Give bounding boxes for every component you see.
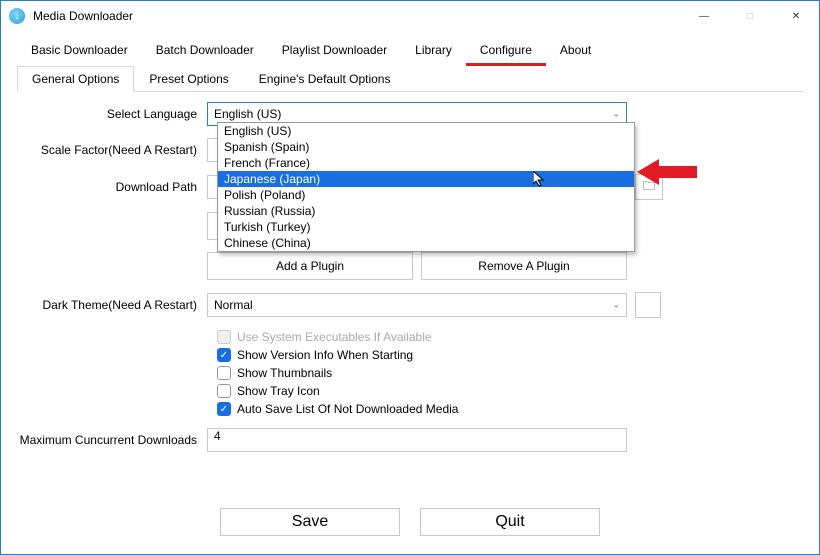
tab-preset-options[interactable]: Preset Options (134, 66, 243, 91)
bottom-buttons: Save Quit (1, 508, 819, 536)
window-controls: — □ ✕ (681, 1, 819, 31)
minimize-button[interactable]: — (681, 1, 727, 31)
checkbox-show-thumbnails-label: Show Thumbnails (237, 366, 332, 380)
language-select-value: English (US) (214, 107, 281, 121)
checkbox-auto-save[interactable]: ✓ (217, 402, 231, 416)
dark-theme-value: Normal (214, 298, 253, 312)
tab-engine-default-options[interactable]: Engine's Default Options (244, 66, 406, 91)
checkbox-show-version[interactable]: ✓ (217, 348, 231, 362)
window-title: Media Downloader (33, 9, 133, 23)
language-option[interactable]: Polish (Poland) (218, 187, 634, 203)
chevron-down-icon: ⌄ (612, 109, 620, 120)
close-button[interactable]: ✕ (773, 1, 819, 31)
tab-general-options[interactable]: General Options (17, 66, 134, 92)
sub-tabs: General Options Preset Options Engine's … (17, 66, 803, 92)
language-option[interactable]: French (France) (218, 155, 634, 171)
checkbox-use-system-label: Use System Executables If Available (237, 330, 432, 344)
language-option[interactable]: Turkish (Turkey) (218, 219, 634, 235)
max-concurrent-input[interactable]: 4 (207, 428, 627, 452)
checkbox-show-tray[interactable] (217, 384, 231, 398)
chevron-down-icon: ⌄ (612, 300, 620, 311)
scale-factor-label: Scale Factor(Need A Restart) (17, 143, 207, 157)
titlebar: ↓ Media Downloader — □ ✕ (1, 1, 819, 31)
checkbox-show-thumbnails[interactable] (217, 366, 231, 380)
app-icon: ↓ (9, 8, 25, 24)
tab-library[interactable]: Library (401, 39, 466, 66)
app-window: ↓ Media Downloader — □ ✕ Basic Downloade… (0, 0, 820, 555)
tab-about[interactable]: About (546, 39, 605, 66)
remove-plugin-button[interactable]: Remove A Plugin (421, 252, 627, 280)
annotation-arrow (637, 157, 697, 187)
quit-button[interactable]: Quit (420, 508, 600, 536)
checkbox-show-version-label: Show Version Info When Starting (237, 348, 413, 362)
dark-theme-select[interactable]: Normal ⌄ (207, 293, 627, 317)
cursor-icon (533, 171, 549, 190)
main-tabs: Basic Downloader Batch Downloader Playli… (1, 31, 819, 66)
dark-theme-preview-box (635, 292, 661, 318)
language-label: Select Language (17, 107, 207, 121)
save-button[interactable]: Save (220, 508, 400, 536)
language-option-highlighted[interactable]: Japanese (Japan) (218, 171, 634, 187)
language-option[interactable]: Chinese (China) (218, 235, 634, 251)
language-option[interactable]: Russian (Russia) (218, 203, 634, 219)
checkbox-use-system[interactable] (217, 330, 231, 344)
language-option[interactable]: English (US) (218, 123, 634, 139)
language-dropdown[interactable]: English (US) Spanish (Spain) French (Fra… (217, 122, 635, 252)
tab-configure[interactable]: Configure (466, 39, 546, 66)
checkbox-list: Use System Executables If Available ✓ Sh… (217, 330, 803, 416)
add-plugin-button[interactable]: Add a Plugin (207, 252, 413, 280)
maximize-button[interactable]: □ (727, 1, 773, 31)
dark-theme-label: Dark Theme(Need A Restart) (17, 298, 207, 312)
tab-basic-downloader[interactable]: Basic Downloader (17, 39, 142, 66)
checkbox-show-tray-label: Show Tray Icon (237, 384, 320, 398)
tab-batch-downloader[interactable]: Batch Downloader (142, 39, 268, 66)
checkbox-auto-save-label: Auto Save List Of Not Downloaded Media (237, 402, 458, 416)
tab-playlist-downloader[interactable]: Playlist Downloader (268, 39, 401, 66)
language-option[interactable]: Spanish (Spain) (218, 139, 634, 155)
download-path-label: Download Path (17, 180, 207, 194)
max-concurrent-label: Maximum Cuncurrent Downloads (17, 433, 207, 447)
